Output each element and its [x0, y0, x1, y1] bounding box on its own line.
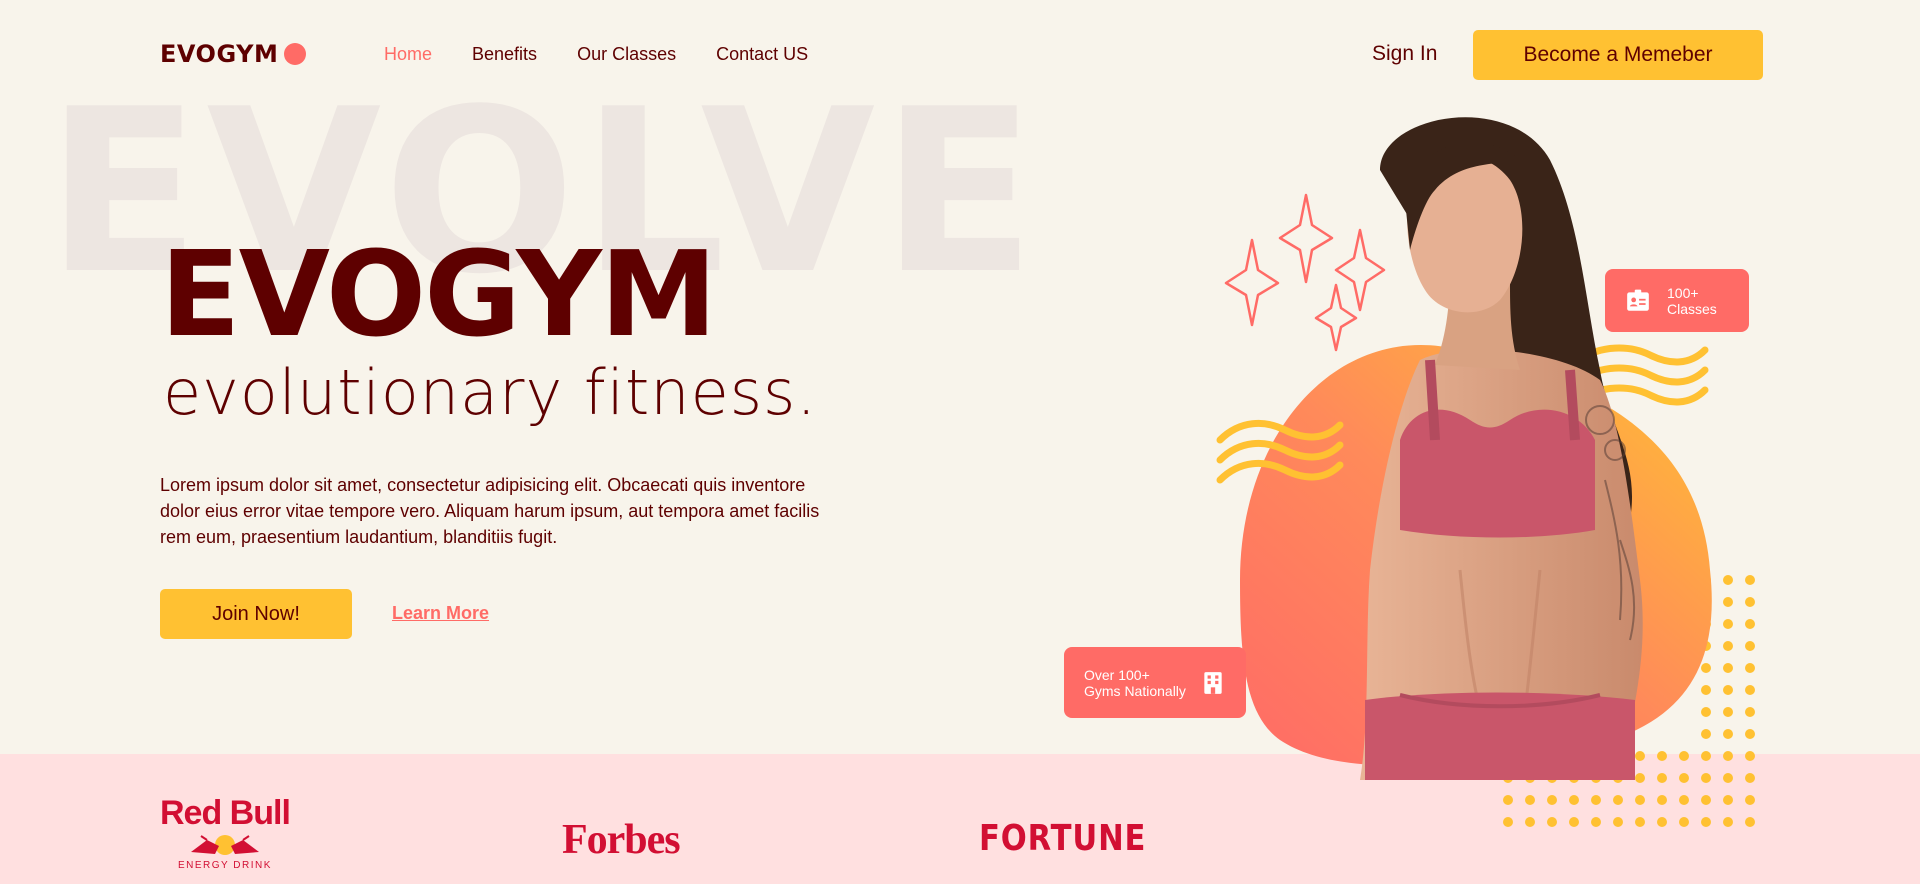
- sign-in-link[interactable]: Sign In: [1372, 42, 1437, 66]
- hero-title: EVOGYM: [160, 225, 717, 363]
- sponsor-redbull: Red Bull ENERGY DRINK: [160, 794, 291, 871]
- classes-count: 100+: [1667, 284, 1699, 301]
- redbull-logo-text: Red Bull: [160, 794, 291, 832]
- hero-illustration: [1216, 117, 1712, 780]
- hero-description: Lorem ipsum dolor sit amet, consectetur …: [160, 475, 820, 547]
- hero-graphic: 100+ Classes Over 100+ Gyms Nationally: [1040, 100, 1840, 840]
- sparkle-icons: [1224, 193, 1386, 352]
- join-now-button[interactable]: Join Now!: [160, 589, 352, 639]
- stat-card-classes: 100+ Classes: [1605, 269, 1749, 332]
- classes-label: Classes: [1667, 300, 1717, 317]
- gyms-label: Gyms Nationally: [1084, 682, 1186, 699]
- stat-card-gyms: Over 100+ Gyms Nationally: [1064, 647, 1246, 718]
- building-icon: [1204, 671, 1222, 694]
- redbull-bulls-icon: [190, 835, 259, 855]
- woman-figure: [1360, 117, 1643, 780]
- hero-tagline: evolutionary fitness.: [163, 356, 818, 429]
- gyms-count: Over 100+: [1084, 666, 1150, 683]
- id-card-icon: [1627, 289, 1649, 311]
- redbull-subtitle: ENERGY DRINK: [177, 860, 272, 871]
- learn-more-link[interactable]: Learn More: [392, 603, 489, 624]
- sponsor-forbes: Forbes: [562, 817, 681, 863]
- become-member-button[interactable]: Become a Memeber: [1473, 30, 1763, 80]
